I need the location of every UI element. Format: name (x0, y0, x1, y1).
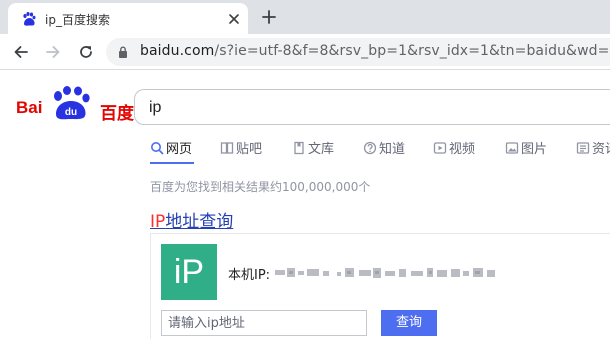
browser-toolbar: baidu.com/s?ie=utf-8&f=8&rsv_bp=1&rsv_id… (0, 34, 610, 70)
query-button[interactable]: 查询 (381, 310, 437, 336)
browser-tab[interactable]: ip_百度搜索 (8, 3, 248, 34)
baidu-paw-icon: du (54, 86, 90, 120)
baidu-paw-icon (23, 12, 36, 26)
logo-text-du: du (65, 107, 77, 118)
tab-tieba[interactable]: 贴吧 (220, 138, 262, 164)
search-box[interactable] (134, 89, 610, 125)
plus-icon[interactable] (260, 8, 278, 26)
tab-label: 文库 (308, 142, 335, 157)
ip-logo: iP (161, 244, 217, 300)
tab-label: 图片 (521, 142, 548, 157)
url-host: baidu.com (140, 43, 215, 59)
url-text[interactable]: baidu.com/s?ie=utf-8&f=8&rsv_bp=1&rsv_id… (140, 43, 610, 59)
tab-label: 知道 (379, 142, 406, 157)
image-icon (505, 142, 519, 154)
result-title-link[interactable]: IP地址查询 (150, 207, 233, 232)
tab-label: 资讯 (592, 142, 610, 157)
search-icon (151, 142, 164, 155)
tab-zhidao[interactable]: 知道 (363, 138, 405, 164)
tab-title: ip_百度搜索 (45, 13, 110, 27)
wenku-icon (294, 141, 304, 155)
search-input[interactable] (149, 96, 609, 120)
news-icon (576, 142, 590, 154)
redacted-ip (275, 268, 495, 278)
tab-image[interactable]: 图片 (505, 138, 547, 164)
result-count: 百度为您找到相关结果约100,000,000个 (150, 180, 371, 194)
address-bar[interactable]: baidu.com/s?ie=utf-8&f=8&rsv_bp=1&rsv_id… (106, 38, 610, 66)
tab-strip: ip_百度搜索 (0, 0, 610, 34)
tab-web[interactable]: 网页 (150, 138, 192, 164)
arrow-right-icon[interactable] (44, 43, 62, 61)
title-highlight: IP (150, 212, 166, 232)
ip-address-input[interactable] (161, 310, 367, 336)
tab-label: 网页 (166, 142, 193, 157)
logo-text-bai: Bai (16, 98, 43, 117)
active-tab-underline (150, 162, 194, 164)
arrow-left-icon[interactable] (12, 43, 30, 61)
title-rest: 地址查询 (165, 212, 234, 232)
url-path: /s?ie=utf-8&f=8&rsv_bp=1&rsv_idx=1&tn=ba… (214, 43, 610, 59)
baidu-logo[interactable]: Bai du 百度 (16, 86, 134, 124)
tab-label: 贴吧 (236, 142, 263, 157)
close-icon[interactable] (226, 11, 242, 27)
question-icon (363, 141, 377, 155)
tab-news[interactable]: 资讯 (576, 138, 610, 164)
video-icon (433, 142, 447, 154)
tieba-icon (220, 142, 234, 154)
lock-icon[interactable] (118, 46, 128, 58)
ip-lookup-card: iP 本机IP: 查询 (150, 233, 610, 339)
logo-text-baidu: 百度 (100, 104, 134, 124)
local-ip-label: 本机IP: (228, 268, 271, 283)
reload-icon[interactable] (77, 43, 95, 61)
tab-wenku[interactable]: 文库 (292, 138, 334, 164)
tab-video[interactable]: 视频 (433, 138, 475, 164)
tab-label: 视频 (449, 142, 476, 157)
